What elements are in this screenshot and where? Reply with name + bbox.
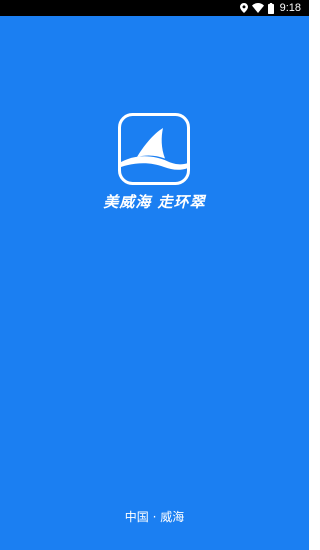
battery-icon (267, 2, 274, 14)
status-icons: 9:18 (239, 0, 301, 16)
slogan: 美威海 走环翠 (103, 193, 206, 211)
status-bar: 9:18 (0, 0, 309, 16)
wifi-icon (251, 3, 264, 13)
sailboat-logo-icon (118, 113, 190, 185)
splash-screen: 9:18 美威海 走环翠 中国 · 威海 (0, 0, 309, 550)
status-time: 9:18 (279, 2, 301, 14)
footer-location: 中国 · 威海 (124, 510, 185, 524)
location-icon (239, 3, 248, 13)
